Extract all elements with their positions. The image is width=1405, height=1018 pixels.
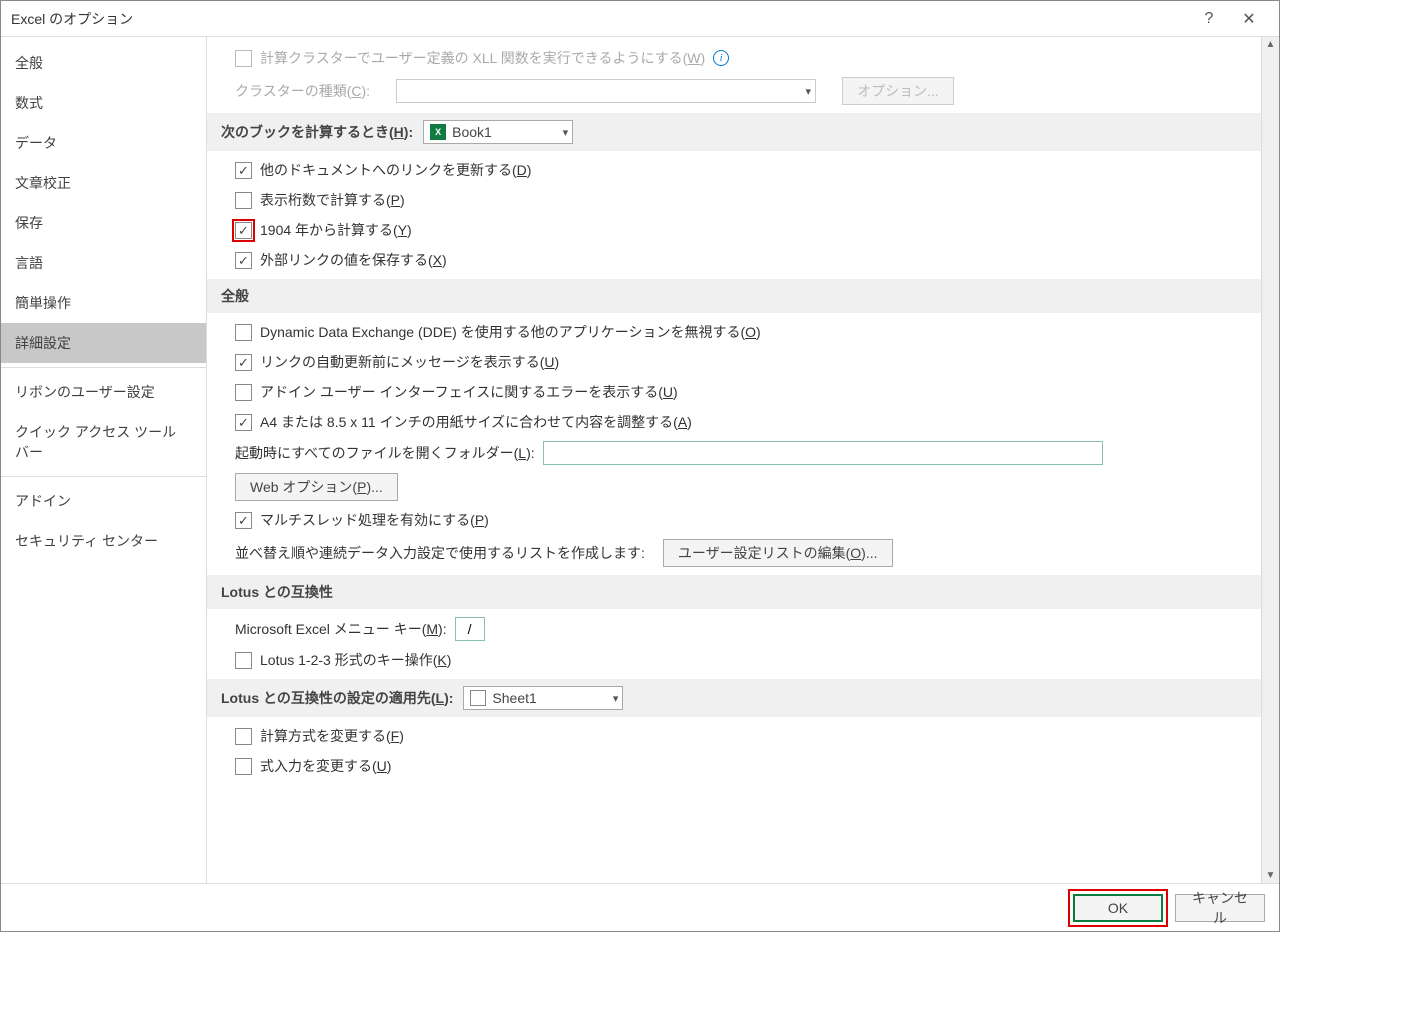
custom-lists-button[interactable]: ユーザー設定リストの編集(O)... bbox=[663, 539, 893, 567]
cluster-type-row: クラスターの種類(C): オプション... bbox=[207, 73, 1261, 109]
dialog-footer: OK キャンセル bbox=[1, 883, 1279, 931]
cluster-xll-label: 計算クラスターでユーザー定義の XLL 関数を実行できるようにする(W) bbox=[260, 48, 705, 68]
startup-label: 起動時にすべてのファイルを開くフォルダー(L): bbox=[235, 443, 535, 463]
excel-icon: X bbox=[430, 124, 446, 140]
cluster-type-dropdown bbox=[396, 79, 816, 103]
sidebar-item-general[interactable]: 全般 bbox=[1, 43, 206, 83]
lotus-sheet-dropdown[interactable]: Sheet1 bbox=[463, 686, 623, 710]
sidebar-item-formulas[interactable]: 数式 bbox=[1, 83, 206, 123]
linkmsg-label: リンクの自動更新前にメッセージを表示する(U) bbox=[260, 352, 559, 372]
menukey-input[interactable] bbox=[455, 617, 485, 641]
calc-book-dropdown[interactable]: X Book1 bbox=[423, 120, 573, 144]
menukey-label: Microsoft Excel メニュー キー(M): bbox=[235, 619, 447, 639]
info-icon[interactable]: i bbox=[713, 50, 729, 66]
general-header: 全般 bbox=[207, 279, 1261, 313]
a4-checkbox[interactable] bbox=[235, 414, 252, 431]
scroll-up-icon[interactable]: ▲ bbox=[1266, 39, 1276, 50]
sidebar-item-qat[interactable]: クイック アクセス ツール バー bbox=[1, 412, 206, 472]
cluster-xll-row: 計算クラスターでユーザー定義の XLL 関数を実行できるようにする(W) i bbox=[207, 43, 1261, 73]
save-ext-links-checkbox[interactable] bbox=[235, 252, 252, 269]
help-button[interactable]: ? bbox=[1189, 4, 1229, 34]
lotus2-header: Lotus との互換性の設定の適用先(L): Sheet1 bbox=[207, 679, 1261, 717]
precision-checkbox[interactable] bbox=[235, 192, 252, 209]
lotus-header: Lotus との互換性 bbox=[207, 575, 1261, 609]
a4-label: A4 または 8.5 x 11 インチの用紙サイズに合わせて内容を調整する(A) bbox=[260, 412, 692, 432]
multithread-checkbox[interactable] bbox=[235, 512, 252, 529]
sheet-icon bbox=[470, 690, 486, 706]
lotus-calc-checkbox[interactable] bbox=[235, 728, 252, 745]
linkmsg-checkbox[interactable] bbox=[235, 354, 252, 371]
sidebar-item-proofing[interactable]: 文章校正 bbox=[1, 163, 206, 203]
sidebar-item-language[interactable]: 言語 bbox=[1, 243, 206, 283]
options-dialog: Excel のオプション ? ✕ 全般 数式 データ 文章校正 保存 言語 簡単… bbox=[0, 0, 1280, 932]
precision-label: 表示桁数で計算する(P) bbox=[260, 190, 405, 210]
addinerr-checkbox[interactable] bbox=[235, 384, 252, 401]
sidebar-item-advanced[interactable]: 詳細設定 bbox=[1, 323, 206, 363]
lotus-keys-checkbox[interactable] bbox=[235, 652, 252, 669]
titlebar: Excel のオプション ? ✕ bbox=[1, 1, 1279, 37]
cluster-type-label: クラスターの種類(C): bbox=[235, 81, 370, 101]
lotus-entry-checkbox[interactable] bbox=[235, 758, 252, 775]
sidebar: 全般 数式 データ 文章校正 保存 言語 簡単操作 詳細設定 リボンのユーザー設… bbox=[1, 37, 207, 883]
scrollbar[interactable]: ▲▼ bbox=[1261, 37, 1279, 883]
dialog-title: Excel のオプション bbox=[11, 9, 1189, 29]
sidebar-item-trust[interactable]: セキュリティ センター bbox=[1, 521, 206, 561]
lotus-keys-label: Lotus 1-2-3 形式のキー操作(K) bbox=[260, 650, 451, 670]
ok-button[interactable]: OK bbox=[1073, 894, 1163, 922]
sidebar-item-ribbon[interactable]: リボンのユーザー設定 bbox=[1, 372, 206, 412]
sidebar-item-save[interactable]: 保存 bbox=[1, 203, 206, 243]
save-ext-links-label: 外部リンクの値を保存する(X) bbox=[260, 250, 447, 270]
date1904-checkbox[interactable] bbox=[235, 222, 252, 239]
sidebar-item-ease[interactable]: 簡単操作 bbox=[1, 283, 206, 323]
lotus-calc-label: 計算方式を変更する(F) bbox=[260, 726, 404, 746]
sidebar-item-addins[interactable]: アドイン bbox=[1, 481, 206, 521]
date1904-label: 1904 年から計算する(Y) bbox=[260, 220, 412, 240]
update-links-label: 他のドキュメントへのリンクを更新する(D) bbox=[260, 160, 531, 180]
multithread-label: マルチスレッド処理を有効にする(P) bbox=[260, 510, 489, 530]
cluster-xll-checkbox bbox=[235, 50, 252, 67]
sort-label: 並べ替え順や連続データ入力設定で使用するリストを作成します: bbox=[235, 543, 645, 563]
lotus-entry-label: 式入力を変更する(U) bbox=[260, 756, 391, 776]
startup-folder-input[interactable] bbox=[543, 441, 1103, 465]
sidebar-item-data[interactable]: データ bbox=[1, 123, 206, 163]
content-area: 計算クラスターでユーザー定義の XLL 関数を実行できるようにする(W) i ク… bbox=[207, 37, 1279, 883]
cancel-button[interactable]: キャンセル bbox=[1175, 894, 1265, 922]
calc-book-header: 次のブックを計算するとき(H): X Book1 bbox=[207, 113, 1261, 151]
web-options-button[interactable]: Web オプション(P)... bbox=[235, 473, 398, 501]
addinerr-label: アドイン ユーザー インターフェイスに関するエラーを表示する(U) bbox=[260, 382, 678, 402]
scroll-down-icon[interactable]: ▼ bbox=[1266, 870, 1276, 881]
cluster-options-button: オプション... bbox=[842, 77, 954, 105]
dde-checkbox[interactable] bbox=[235, 324, 252, 341]
update-links-checkbox[interactable] bbox=[235, 162, 252, 179]
close-button[interactable]: ✕ bbox=[1229, 4, 1269, 34]
dde-label: Dynamic Data Exchange (DDE) を使用する他のアプリケー… bbox=[260, 322, 761, 342]
